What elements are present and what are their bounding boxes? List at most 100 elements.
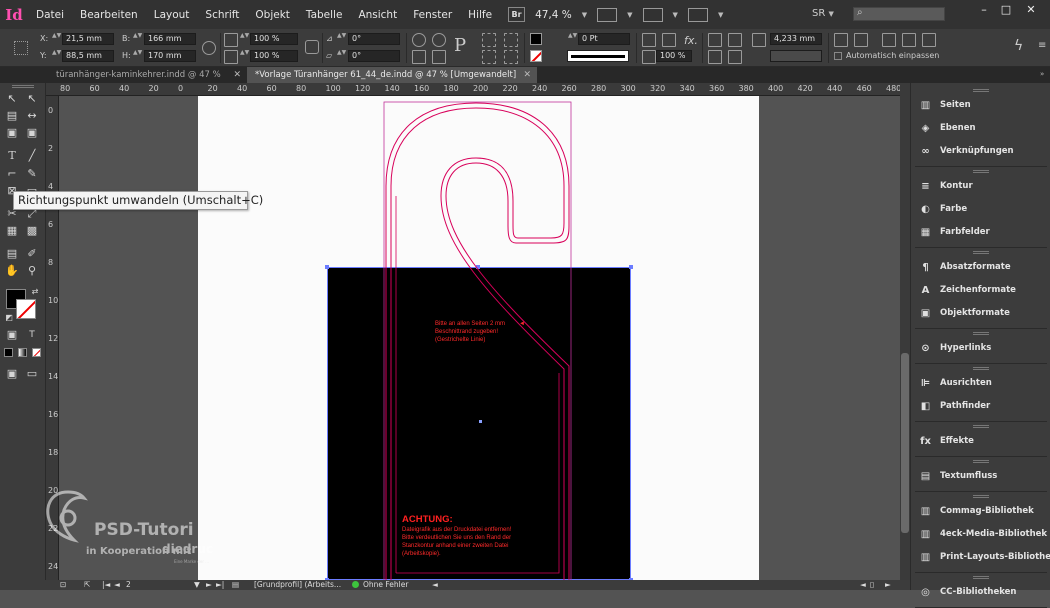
export-icon[interactable]: ⇱ bbox=[84, 580, 90, 590]
panel-item-farbfelder[interactable]: ▦ Farbfelder bbox=[919, 223, 990, 241]
height-spinner-icon[interactable]: ▲▼ bbox=[133, 50, 142, 62]
select-previous-icon[interactable] bbox=[504, 33, 518, 47]
panel-group-grip[interactable] bbox=[973, 367, 989, 370]
search-input[interactable]: ⌕ bbox=[853, 7, 945, 21]
shear-field[interactable]: 0° bbox=[348, 50, 400, 62]
scrollbar-thumb[interactable] bbox=[901, 353, 909, 533]
panel-item-effekte[interactable]: fx Effekte bbox=[919, 432, 974, 450]
bridge-button[interactable]: Br bbox=[508, 7, 526, 22]
rotate-spinner-icon[interactable]: ▲▼ bbox=[337, 33, 346, 45]
content-collector-icon[interactable]: ▣ bbox=[4, 126, 20, 140]
preflight-profile[interactable]: [Grundprofil] (Arbeits... bbox=[254, 580, 341, 590]
frame-handle[interactable] bbox=[629, 265, 633, 269]
line-tool-icon[interactable]: ╱ bbox=[24, 149, 40, 163]
menu-layout[interactable]: Layout bbox=[146, 9, 198, 21]
panel-group-grip[interactable] bbox=[973, 495, 989, 498]
panel-item-absatzformate[interactable]: ¶ Absatzformate bbox=[919, 258, 1010, 276]
frame-handle[interactable] bbox=[325, 265, 329, 269]
gap-tool-icon[interactable]: ↔ bbox=[24, 109, 40, 123]
stroke-weight-field[interactable]: 0 Pt bbox=[578, 33, 630, 45]
select-content-icon[interactable] bbox=[482, 50, 496, 64]
panel-item-pathfinder[interactable]: ◧ Pathfinder bbox=[919, 397, 990, 415]
constrain-proportions-icon[interactable] bbox=[202, 41, 216, 55]
fit-proportionally-icon[interactable] bbox=[922, 33, 936, 47]
tab-document-2[interactable]: *Vorlage Türanhänger 61_44_de.indd @ 47 … bbox=[247, 67, 537, 83]
panel-item-print-layouts-bibliothek[interactable]: ▥ Print-Layouts-Bibliothek bbox=[919, 548, 1050, 566]
panel-item-farbe[interactable]: ◐ Farbe bbox=[919, 200, 967, 218]
scale-x-spinner-icon[interactable]: ▲▼ bbox=[240, 33, 249, 45]
workspace-switcher[interactable]: SR ▼ bbox=[812, 8, 834, 19]
close-tab-icon[interactable]: ✕ bbox=[523, 67, 531, 83]
wrap-jump-icon[interactable] bbox=[728, 50, 742, 64]
wrap-bounding-icon[interactable] bbox=[728, 33, 742, 47]
page-dropdown-icon[interactable]: ▼ bbox=[194, 580, 200, 590]
page-view-icon[interactable]: ▤ bbox=[232, 580, 239, 590]
scale-y-spinner-icon[interactable]: ▲▼ bbox=[240, 50, 249, 62]
apply-none-icon[interactable] bbox=[32, 348, 41, 357]
scroll-left-icon[interactable]: ◄ bbox=[860, 580, 866, 590]
apply-color-icon[interactable] bbox=[4, 348, 13, 357]
chain-link-icon[interactable] bbox=[305, 40, 319, 54]
fill-swatch[interactable] bbox=[530, 33, 542, 45]
panel-item-commag-bibliothek[interactable]: ▥ Commag-Bibliothek bbox=[919, 502, 1034, 520]
panel-group-grip[interactable] bbox=[973, 425, 989, 428]
scale-y-field[interactable]: 100 % bbox=[250, 50, 298, 62]
menu-bearbeiten[interactable]: Bearbeiten bbox=[72, 9, 146, 21]
rotate-cw-icon[interactable] bbox=[412, 33, 426, 47]
eyedropper-tool-icon[interactable]: ✐ bbox=[24, 247, 40, 261]
menu-schrift[interactable]: Schrift bbox=[197, 9, 247, 21]
minimize-button[interactable]: – bbox=[975, 2, 993, 16]
panel-group-grip[interactable] bbox=[973, 460, 989, 463]
fx-icon[interactable]: fx. bbox=[684, 34, 698, 47]
previous-page-icon[interactable]: ◄ bbox=[114, 580, 120, 590]
x-field[interactable]: 21,5 mm bbox=[62, 33, 114, 45]
zoom-dropdown-icon[interactable]: ▼ bbox=[582, 11, 587, 19]
fit-content-icon[interactable] bbox=[834, 33, 848, 47]
scroll-right-icon[interactable]: ► bbox=[885, 580, 891, 590]
arrange-dropdown-icon[interactable]: ▼ bbox=[718, 11, 723, 19]
menu-hilfe[interactable]: Hilfe bbox=[460, 9, 500, 21]
stroke-color-swatch[interactable] bbox=[16, 299, 36, 319]
maximize-button[interactable]: □ bbox=[997, 2, 1015, 16]
panel-group-grip[interactable] bbox=[973, 170, 989, 173]
rotate-field[interactable]: 0° bbox=[348, 33, 400, 45]
hand-tool-icon[interactable]: ✋ bbox=[4, 264, 20, 278]
autofit-checkbox[interactable] bbox=[834, 52, 842, 60]
note-tool-icon[interactable]: ▤ bbox=[4, 247, 20, 261]
panel-item-objektformate[interactable]: ▣ Objektformate bbox=[919, 304, 1010, 322]
view-options-dropdown-icon[interactable]: ▼ bbox=[627, 11, 632, 19]
y-spinner-icon[interactable]: ▲▼ bbox=[52, 50, 61, 62]
apply-gradient-icon[interactable] bbox=[18, 348, 27, 357]
content-placer-icon[interactable]: ▣ bbox=[24, 126, 40, 140]
y-field[interactable]: 88,5 mm bbox=[62, 50, 114, 62]
stroke-type-dropdown[interactable] bbox=[567, 50, 629, 62]
panel-group-grip[interactable] bbox=[973, 251, 989, 254]
rotate-ccw-icon[interactable] bbox=[432, 33, 446, 47]
default-colors-icon[interactable]: ◩ bbox=[1, 311, 17, 325]
menu-datei[interactable]: Datei bbox=[28, 9, 72, 21]
menu-tabelle[interactable]: Tabelle bbox=[298, 9, 351, 21]
panel-item-zeichenformate[interactable]: A Zeichenformate bbox=[919, 281, 1016, 299]
flip-horizontal-icon[interactable] bbox=[412, 50, 426, 64]
panel-group-grip[interactable] bbox=[973, 576, 989, 579]
gradient-swatch-tool-icon[interactable]: ▦ bbox=[4, 224, 20, 238]
formatting-container-icon[interactable]: ▣ bbox=[4, 328, 20, 342]
panel-item-hyperlinks[interactable]: ⊙ Hyperlinks bbox=[919, 339, 991, 357]
close-window-button[interactable]: ✕ bbox=[1022, 2, 1040, 16]
first-page-icon[interactable]: |◄ bbox=[102, 580, 110, 590]
wrap-shape-icon[interactable] bbox=[708, 50, 722, 64]
selection-tool-icon[interactable]: ↖ bbox=[4, 92, 20, 106]
control-menu-icon[interactable]: ≡ bbox=[1038, 40, 1046, 51]
panel-item-cc-bibliotheken[interactable]: ◎ CC-Bibliotheken bbox=[919, 583, 1016, 601]
object-effects-icon[interactable] bbox=[662, 33, 676, 47]
scale-x-field[interactable]: 100 % bbox=[250, 33, 298, 45]
x-spinner-icon[interactable]: ▲▼ bbox=[52, 33, 61, 45]
panel-item-kontur[interactable]: ≡ Kontur bbox=[919, 177, 972, 195]
preflight-dropdown-icon[interactable]: ◄ bbox=[432, 580, 438, 590]
arrange-documents-icon[interactable] bbox=[687, 7, 708, 22]
vertical-scrollbar[interactable] bbox=[900, 83, 910, 580]
screen-mode-dropdown-icon[interactable]: ▼ bbox=[673, 11, 678, 19]
view-options-icon[interactable] bbox=[597, 7, 618, 22]
frame-type-dropdown[interactable] bbox=[770, 50, 822, 62]
next-page-icon[interactable]: ► bbox=[206, 580, 212, 590]
